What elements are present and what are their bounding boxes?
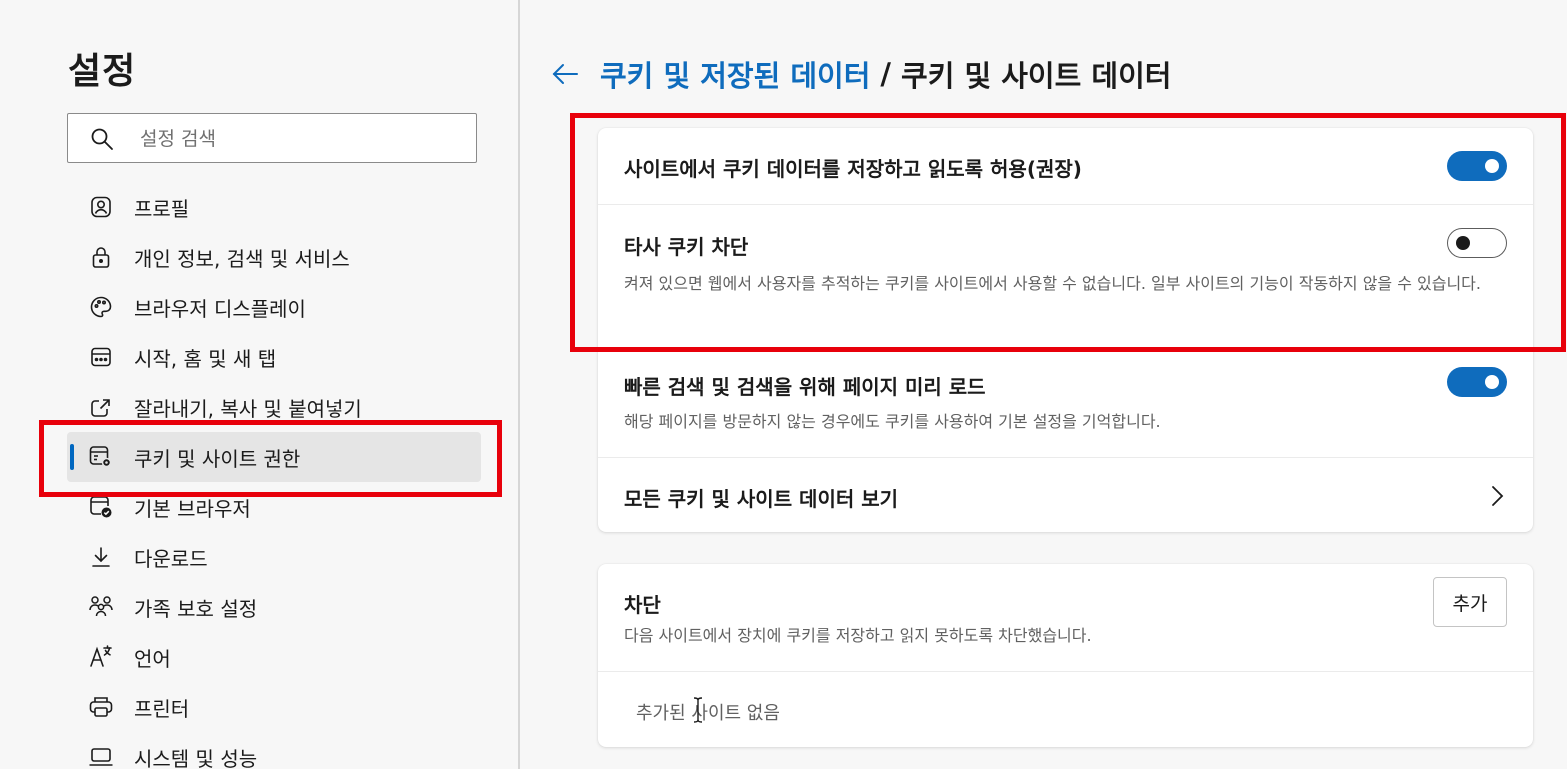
- laptop-icon: [88, 744, 114, 769]
- language-icon: [88, 644, 114, 670]
- allow-cookies-title: 사이트에서 쿠키 데이터를 저장하고 읽도록 허용(권장): [624, 157, 1082, 181]
- sidebar-item-label: 시작, 홈 및 새 탭: [134, 346, 277, 371]
- block-third-party-toggle[interactable]: [1447, 228, 1507, 258]
- search-box[interactable]: [67, 113, 477, 163]
- block-title: 차단: [624, 593, 661, 617]
- printer-icon: [88, 694, 114, 720]
- sidebar: 설정 프로필: [0, 0, 520, 769]
- add-blocked-site-button[interactable]: 추가: [1433, 577, 1507, 627]
- lock-icon: [88, 244, 114, 270]
- sidebar-item-label: 기본 브라우저: [134, 496, 251, 521]
- cookie-settings-card: 사이트에서 쿠키 데이터를 저장하고 읽도록 허용(권장) 타사 쿠키 차단 켜…: [598, 128, 1533, 532]
- sidebar-item-cookies-site-permissions[interactable]: 쿠키 및 사이트 권한: [67, 432, 481, 482]
- empty-list-text: 추가된 사이트 없음: [636, 703, 780, 724]
- preload-title: 빠른 검색 및 검색을 위해 페이지 미리 로드: [624, 375, 986, 399]
- sidebar-item-profile[interactable]: 프로필: [67, 182, 481, 232]
- preload-toggle[interactable]: [1447, 367, 1507, 397]
- back-arrow-icon[interactable]: [550, 59, 580, 89]
- sidebar-item-privacy[interactable]: 개인 정보, 검색 및 서비스: [67, 232, 481, 282]
- page-title: 쿠키 및 사이트 데이터: [901, 59, 1172, 93]
- sidebar-item-label: 프린터: [134, 696, 190, 721]
- block-third-party-description: 켜져 있으면 웹에서 사용자를 추적하는 쿠키를 사이트에서 사용할 수 없습니…: [624, 274, 1481, 293]
- see-all-cookies-title: 모든 쿠키 및 사이트 데이터 보기: [624, 487, 899, 511]
- chevron-right-icon: [1492, 486, 1504, 506]
- text-cursor-icon: [693, 697, 703, 723]
- sidebar-item-start-home[interactable]: 시작, 홈 및 새 탭: [67, 332, 481, 382]
- default-browser-icon: [88, 494, 114, 520]
- sidebar-item-label: 브라우저 디스플레이: [134, 296, 306, 321]
- family-icon: [88, 594, 114, 620]
- start-home-icon: [88, 344, 114, 370]
- sidebar-item-appearance[interactable]: 브라우저 디스플레이: [67, 282, 481, 332]
- sidebar-item-label: 쿠키 및 사이트 권한: [134, 446, 301, 471]
- sidebar-item-system-performance[interactable]: 시스템 및 성능: [67, 732, 481, 769]
- sidebar-item-label: 시스템 및 성능: [134, 746, 258, 769]
- preload-description: 해당 페이지를 방문하지 않는 경우에도 쿠키를 사용하여 기본 설정을 기억합…: [624, 412, 1161, 431]
- sidebar-item-label: 잘라내기, 복사 및 붙여넣기: [134, 396, 362, 421]
- palette-icon: [88, 294, 114, 320]
- sidebar-item-downloads[interactable]: 다운로드: [67, 532, 481, 582]
- breadcrumb-parent-link[interactable]: 쿠키 및 저장된 데이터: [600, 53, 870, 95]
- sidebar-item-label: 개인 정보, 검색 및 서비스: [134, 246, 350, 271]
- block-third-party-row: 타사 쿠키 차단 켜져 있으면 웹에서 사용자를 추적하는 쿠키를 사이트에서 …: [598, 204, 1533, 349]
- sidebar-item-label: 가족 보호 설정: [134, 596, 258, 621]
- sidebar-item-family[interactable]: 가족 보호 설정: [67, 582, 481, 632]
- sidebar-item-share-copy-paste[interactable]: 잘라내기, 복사 및 붙여넣기: [67, 382, 481, 432]
- allow-cookies-toggle[interactable]: [1447, 151, 1507, 181]
- preload-row: 빠른 검색 및 검색을 위해 페이지 미리 로드 해당 페이지를 방문하지 않는…: [598, 348, 1533, 458]
- sidebar-item-languages[interactable]: 언어: [67, 632, 481, 682]
- toggle-knob: [1456, 235, 1470, 250]
- sidebar-item-printers[interactable]: 프린터: [67, 682, 481, 732]
- toggle-knob: [1485, 159, 1499, 173]
- download-icon: [88, 544, 114, 570]
- block-third-party-title: 타사 쿠키 차단: [624, 235, 749, 259]
- breadcrumb: 쿠키 및 저장된 데이터 / 쿠키 및 사이트 데이터: [550, 52, 1171, 96]
- see-all-cookies-row[interactable]: 모든 쿠키 및 사이트 데이터 보기: [598, 457, 1533, 533]
- sidebar-nav: 프로필 개인 정보, 검색 및 서비스 브라우저 디스플레이 시작, 홈 및 새…: [67, 182, 481, 769]
- cookie-site-permissions-icon: [88, 444, 114, 470]
- sidebar-title: 설정: [68, 51, 137, 92]
- share-icon: [88, 394, 114, 420]
- toggle-knob: [1485, 375, 1499, 389]
- block-header-row: 차단 다음 사이트에서 장치에 쿠키를 저장하고 읽지 못하도록 차단했습니다.…: [598, 564, 1533, 671]
- allow-cookies-row: 사이트에서 쿠키 데이터를 저장하고 읽도록 허용(권장): [598, 128, 1533, 204]
- blocked-sites-list: 추가된 사이트 없음: [598, 671, 1533, 748]
- block-card: 차단 다음 사이트에서 장치에 쿠키를 저장하고 읽지 못하도록 차단했습니다.…: [598, 564, 1533, 747]
- block-description: 다음 사이트에서 장치에 쿠키를 저장하고 읽지 못하도록 차단했습니다.: [624, 626, 1092, 645]
- breadcrumb-separator: /: [880, 57, 892, 91]
- active-indicator: [70, 444, 74, 470]
- profile-icon: [88, 194, 114, 220]
- settings-window: 설정 프로필: [0, 0, 1567, 769]
- search-input[interactable]: [138, 122, 462, 156]
- sidebar-item-label: 프로필: [134, 196, 190, 221]
- sidebar-item-default-browser[interactable]: 기본 브라우저: [67, 482, 481, 532]
- sidebar-item-label: 언어: [134, 646, 171, 671]
- search-icon: [91, 128, 113, 150]
- sidebar-item-label: 다운로드: [134, 546, 208, 571]
- main-content: 쿠키 및 저장된 데이터 / 쿠키 및 사이트 데이터 사이트에서 쿠키 데이터…: [520, 0, 1567, 769]
